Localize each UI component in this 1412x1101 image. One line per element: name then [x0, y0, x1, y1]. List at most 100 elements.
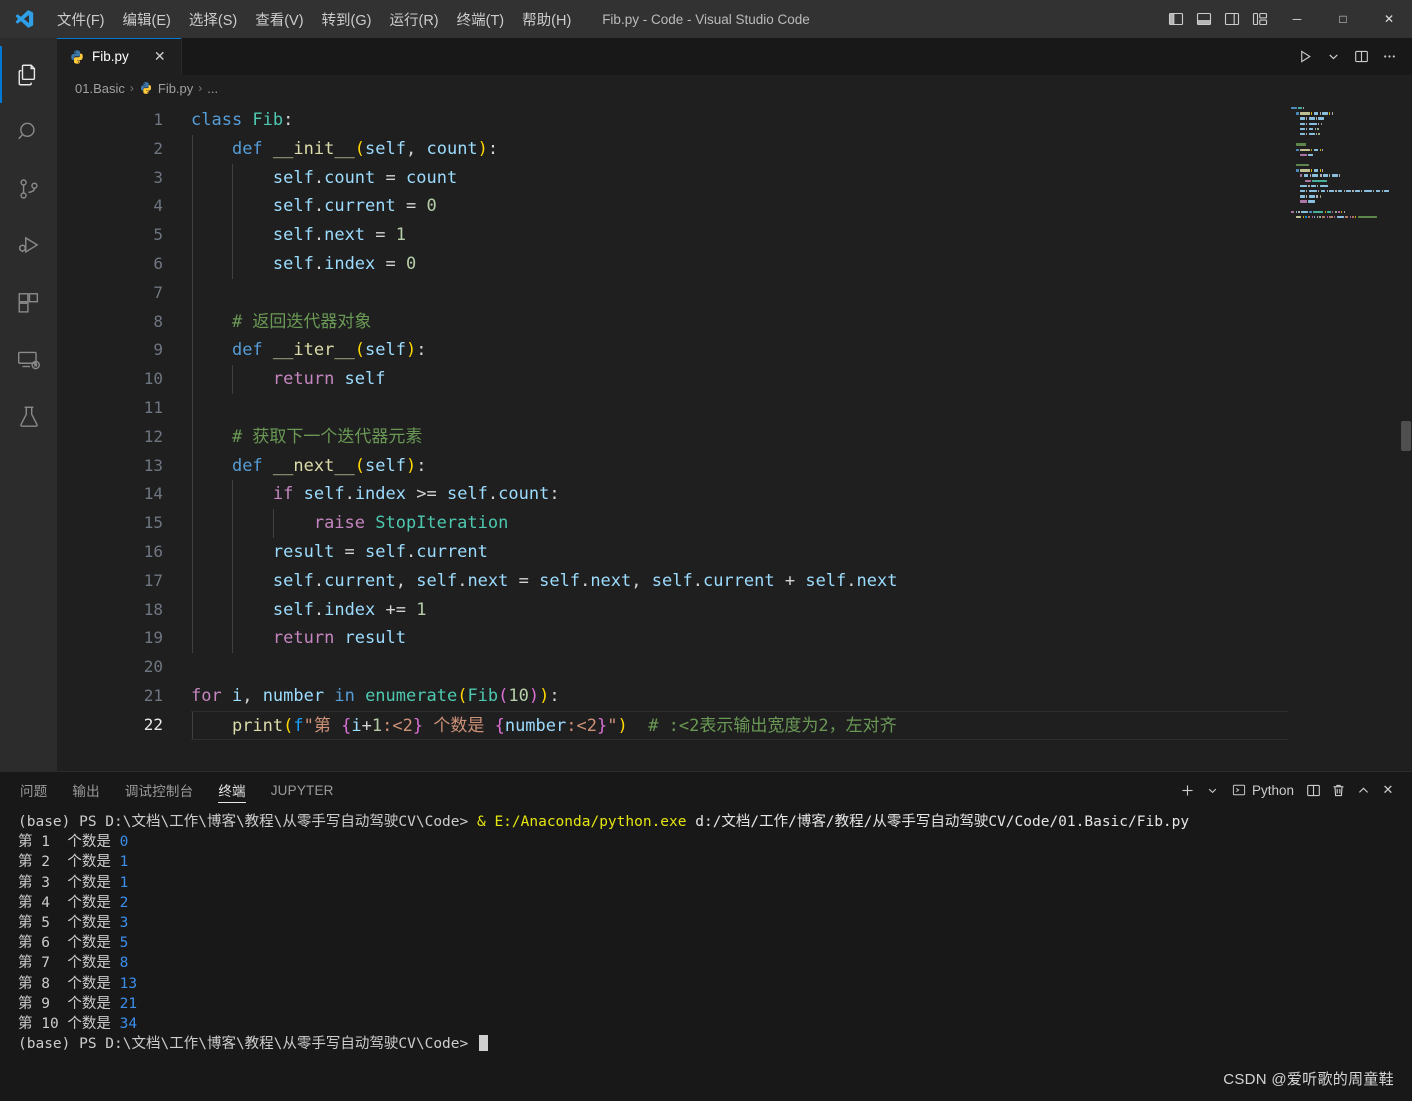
- run-options-chevron-icon[interactable]: [1320, 44, 1346, 70]
- code-line-content[interactable]: self.count = count: [191, 163, 1412, 193]
- activitybar-source-control[interactable]: [0, 160, 57, 217]
- window-minimize-button[interactable]: ─: [1274, 0, 1320, 38]
- activitybar-search[interactable]: [0, 103, 57, 160]
- python-icon: [139, 81, 153, 95]
- toggle-panel-icon[interactable]: [1190, 0, 1218, 38]
- editor-scrollbar[interactable]: [1398, 101, 1412, 771]
- kill-terminal-button[interactable]: [1326, 778, 1350, 802]
- terminal-content[interactable]: (base) PS D:\文档\工作\博客\教程\从零手写自动驾驶CV\Code…: [0, 808, 1412, 1101]
- panel-tab-jupyter[interactable]: JUPYTER: [271, 772, 334, 808]
- menu-selection[interactable]: 选择(S): [180, 0, 246, 38]
- menu-go[interactable]: 转到(G): [313, 0, 381, 38]
- code-line-content[interactable]: raise StopIteration: [191, 509, 1412, 538]
- menu-view[interactable]: 查看(V): [246, 0, 312, 38]
- breadcrumb-item-file[interactable]: Fib.py: [158, 81, 193, 96]
- code-line[interactable]: 18 self.index += 1: [57, 595, 1412, 625]
- breadcrumb-item-symbols[interactable]: ...: [207, 81, 218, 96]
- code-line[interactable]: 1 class Fib:: [57, 106, 1412, 135]
- code-line-content[interactable]: # 返回迭代器对象: [191, 307, 1412, 337]
- menu-terminal[interactable]: 终端(T): [448, 0, 514, 38]
- editor-minimap[interactable]: [1288, 101, 1398, 771]
- code-line[interactable]: 17 self.current, self.next = self.next, …: [57, 566, 1412, 596]
- panel-actions: Python ✕: [1176, 778, 1412, 802]
- panel-tab-terminal[interactable]: 终端: [218, 772, 247, 808]
- editor-tab-fib-py[interactable]: Fib.py ✕: [57, 38, 182, 75]
- code-line-content[interactable]: def __next__(self):: [191, 451, 1412, 481]
- panel-tab-debug-console[interactable]: 调试控制台: [125, 772, 194, 808]
- code-lines[interactable]: 1 class Fib: 2 def __init__(self, count): 3…: [57, 101, 1412, 771]
- editor-scrollbar-thumb[interactable]: [1401, 421, 1411, 451]
- code-line-content[interactable]: [191, 278, 1412, 308]
- code-line[interactable]: 11: [57, 393, 1412, 423]
- code-line[interactable]: 3 self.count = count: [57, 163, 1412, 193]
- code-line[interactable]: 7: [57, 278, 1412, 308]
- customize-layout-icon[interactable]: [1246, 0, 1274, 38]
- code-line[interactable]: 21 for i, number in enumerate(Fib(10)):: [57, 682, 1412, 711]
- new-terminal-button[interactable]: [1176, 778, 1200, 802]
- code-line-content[interactable]: self.index = 0: [191, 249, 1412, 279]
- new-terminal-chevron-icon[interactable]: [1201, 778, 1225, 802]
- code-line[interactable]: 13 def __next__(self):: [57, 451, 1412, 481]
- activitybar-explorer[interactable]: [0, 46, 57, 103]
- run-python-file-button[interactable]: [1292, 44, 1318, 70]
- code-line[interactable]: 5 self.next = 1: [57, 221, 1412, 250]
- menu-file[interactable]: 文件(F): [48, 0, 114, 38]
- toggle-secondary-sidebar-icon[interactable]: [1218, 0, 1246, 38]
- code-line-content[interactable]: def __init__(self, count):: [191, 134, 1412, 164]
- terminal-output-value: 2: [119, 894, 129, 911]
- code-line-content[interactable]: self.current = 0: [191, 192, 1412, 222]
- code-line-content[interactable]: # 获取下一个迭代器元素: [191, 422, 1412, 452]
- activitybar-extensions[interactable]: [0, 274, 57, 331]
- panel-tab-problems[interactable]: 问题: [20, 772, 47, 808]
- code-line-content[interactable]: for i, number in enumerate(Fib(10)):: [191, 682, 1412, 711]
- toggle-primary-sidebar-icon[interactable]: [1162, 0, 1190, 38]
- code-line[interactable]: 15 raise StopIteration: [57, 509, 1412, 538]
- breadcrumb-item-folder[interactable]: 01.Basic: [75, 81, 125, 96]
- code-line[interactable]: 2 def __init__(self, count):: [57, 134, 1412, 164]
- breadcrumb-separator-1: ›: [129, 81, 134, 95]
- code-line-content[interactable]: [191, 393, 1412, 423]
- panel-tab-output[interactable]: 输出: [72, 772, 99, 808]
- code-line[interactable]: 19 return result: [57, 624, 1412, 654]
- files-icon: [18, 64, 35, 85]
- code-line-content[interactable]: self.index += 1: [191, 595, 1412, 625]
- code-line-content[interactable]: self.next = 1: [191, 221, 1412, 250]
- terminal-shell-selector[interactable]: Python: [1226, 778, 1300, 802]
- code-line[interactable]: 20: [57, 653, 1412, 682]
- close-panel-button[interactable]: ✕: [1376, 778, 1400, 802]
- code-line[interactable]: 4 self.current = 0: [57, 192, 1412, 222]
- activitybar-run-debug[interactable]: [0, 217, 57, 274]
- code-line-content[interactable]: self.current, self.next = self.next, sel…: [191, 566, 1412, 596]
- terminal-output-value: 0: [119, 834, 129, 851]
- code-line-content[interactable]: [191, 653, 1412, 682]
- code-line[interactable]: 12 # 获取下一个迭代器元素: [57, 422, 1412, 452]
- code-line[interactable]: 10 return self: [57, 365, 1412, 394]
- code-line-content[interactable]: class Fib:: [191, 106, 1412, 135]
- maximize-panel-button[interactable]: [1351, 778, 1375, 802]
- menu-run[interactable]: 运行(R): [380, 0, 447, 38]
- menu-help[interactable]: 帮助(H): [513, 0, 580, 38]
- code-line[interactable]: 8 # 返回迭代器对象: [57, 307, 1412, 337]
- split-editor-right-button[interactable]: [1348, 44, 1374, 70]
- code-line[interactable]: 14 if self.index >= self.count:: [57, 480, 1412, 510]
- code-line-content[interactable]: result = self.current: [191, 537, 1412, 567]
- code-line[interactable]: 6 self.index = 0: [57, 249, 1412, 279]
- code-line[interactable]: 9 def __iter__(self):: [57, 336, 1412, 366]
- code-editor[interactable]: 1 class Fib: 2 def __init__(self, count): 3…: [57, 101, 1412, 771]
- code-line[interactable]: 16 result = self.current: [57, 537, 1412, 567]
- code-line[interactable]: 22 print(f"第 {i+1:<2} 个数是 {number:<2}") …: [57, 710, 1412, 740]
- line-number: 10: [143, 369, 163, 389]
- more-actions-button[interactable]: [1376, 44, 1402, 70]
- code-line-content[interactable]: if self.index >= self.count:: [191, 480, 1412, 510]
- split-terminal-button[interactable]: [1301, 778, 1325, 802]
- window-close-button[interactable]: ✕: [1366, 0, 1412, 38]
- activitybar-testing[interactable]: [0, 388, 57, 445]
- code-line-content[interactable]: def __iter__(self):: [191, 336, 1412, 366]
- editor-tab-close-icon[interactable]: ✕: [150, 47, 170, 67]
- activitybar-remote-explorer[interactable]: [0, 331, 57, 388]
- code-line-content[interactable]: return self: [191, 365, 1412, 394]
- code-line-content[interactable]: print(f"第 {i+1:<2} 个数是 {number:<2}") # :…: [191, 710, 1412, 740]
- code-line-content[interactable]: return result: [191, 624, 1412, 654]
- window-maximize-button[interactable]: □: [1320, 0, 1366, 38]
- menu-edit[interactable]: 编辑(E): [114, 0, 180, 38]
